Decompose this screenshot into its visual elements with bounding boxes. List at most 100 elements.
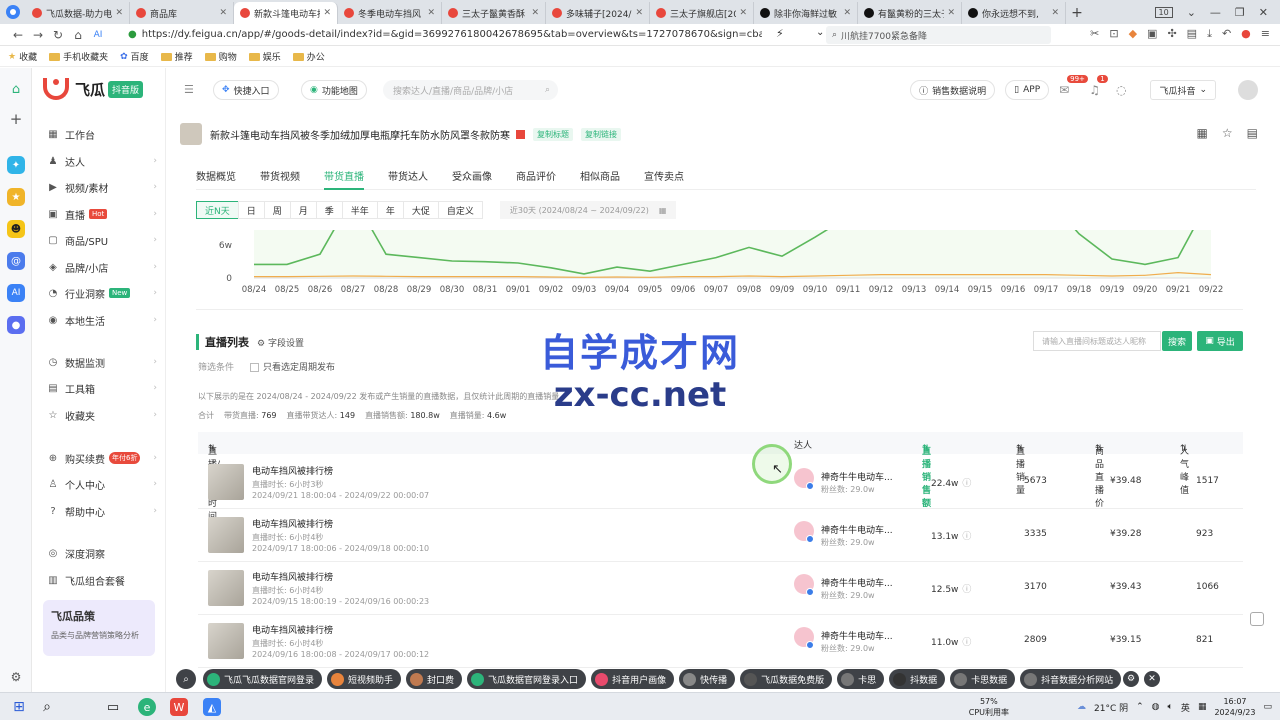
app-rail-icon-3[interactable]: ☻ — [7, 220, 25, 238]
tab-search-icon[interactable]: ⌄ — [1187, 6, 1196, 19]
app-rail-icon-1[interactable]: ✦ — [7, 156, 25, 174]
table-row[interactable]: 电动车挡风被排行榜 直播时长: 6小时3秒 2024/09/21 18:00:04 … — [198, 456, 1243, 509]
browser-tab[interactable]: 你永远想不到, ✕ — [962, 2, 1066, 24]
bookmark-office[interactable]: 办公 — [292, 50, 325, 63]
tab-close-icon[interactable]: ✕ — [323, 8, 331, 18]
app-download-button[interactable]: ▯ APP — [1005, 80, 1050, 100]
live-thumbnail[interactable] — [208, 570, 244, 606]
bookmark-favorites[interactable]: ★ 收藏 — [8, 50, 37, 64]
sidebar-item[interactable]: ▥ 飞瓜组合套餐 — [47, 571, 157, 589]
lightning-icon[interactable]: ⚡ — [776, 27, 784, 40]
document-icon[interactable]: ▤ — [1247, 126, 1258, 140]
tab-count-badge[interactable]: 10 — [1154, 6, 1173, 18]
extension-fox-icon[interactable]: ◆ — [1129, 27, 1137, 41]
ai-icon[interactable]: AI — [88, 30, 108, 40]
date-filter-option[interactable]: 季 — [315, 201, 343, 219]
floating-panel-icon[interactable] — [1250, 612, 1264, 626]
cpu-indicator[interactable]: 57% CPU利用率 — [969, 696, 1009, 718]
tab-close-icon[interactable]: ✕ — [635, 8, 643, 18]
shortcut-pill[interactable]: 抖数据 — [889, 669, 946, 689]
period-only-checkbox[interactable]: 只看选定周期发布 — [250, 360, 335, 373]
reload-icon[interactable]: ↻ — [48, 28, 68, 42]
bookmark-entertainment[interactable]: 娱乐 — [248, 50, 281, 63]
pill-close-icon[interactable]: ✕ — [1144, 671, 1160, 687]
live-title[interactable]: 电动车挡风被排行榜 — [252, 464, 333, 477]
sidebar-toggle-icon[interactable]: ▤ — [1187, 27, 1197, 41]
app-taskbar-icon[interactable]: ◭ — [203, 698, 221, 716]
notification-icon[interactable]: ▭ — [1263, 702, 1272, 712]
sidebar-item[interactable]: ◷ 数据监测 › — [47, 353, 157, 371]
home-icon[interactable]: ⌂ — [68, 28, 88, 42]
detail-tab[interactable]: 带货直播 — [324, 162, 364, 190]
detail-tab[interactable]: 受众画像 — [452, 162, 492, 190]
favorite-star-icon[interactable]: ☆ — [1222, 126, 1233, 140]
table-row[interactable]: 电动车挡风被排行榜 直播时长: 6小时4秒 2024/09/17 18:00:06 … — [198, 509, 1243, 562]
copy-title-button[interactable]: 复制标题 — [533, 127, 573, 141]
table-row[interactable]: 电动车挡风被排行榜 直播时长: 6小时4秒 2024/09/15 18:00:19 … — [198, 562, 1243, 615]
pill-search-icon[interactable]: ⌕ — [176, 669, 196, 689]
browser-tab[interactable]: 有鬣黄粉的三太子 ✕ — [858, 2, 962, 24]
bookmark-recommend[interactable]: 推荐 — [160, 50, 193, 63]
clock[interactable]: 16:07 2024/9/23 — [1214, 696, 1255, 718]
promo-card[interactable]: 飞瓜品策 品类与品牌营销策略分析 — [43, 600, 155, 656]
windows-start-icon[interactable]: ⊞ — [10, 698, 28, 716]
date-filter-option[interactable]: 周 — [263, 201, 291, 219]
tab-close-icon[interactable]: ✕ — [219, 8, 227, 18]
sidebar-item[interactable]: ♟ 达人 › — [47, 152, 157, 170]
kol-name[interactable]: 神奇牛牛电动车... — [821, 523, 893, 536]
browser-tab[interactable]: 商品库 ✕ — [130, 2, 234, 24]
shortcut-pill[interactable]: 飞瓜飞瓜数据官网登录 — [203, 669, 323, 689]
add-rail-icon[interactable]: + — [7, 110, 25, 128]
task-view-icon[interactable]: ▭ — [104, 698, 122, 716]
date-filter-option[interactable]: 年 — [376, 201, 404, 219]
restore-icon[interactable]: ❐ — [1235, 6, 1245, 19]
info-icon[interactable]: ⓘ — [962, 585, 971, 595]
shortcut-pill[interactable]: 快传播 — [679, 669, 736, 689]
sidebar-item[interactable]: ▶ 视频/素材 › — [47, 178, 157, 196]
extension-icon[interactable]: ▣ — [1147, 27, 1157, 41]
live-thumbnail[interactable] — [208, 464, 244, 500]
avatar[interactable] — [1238, 80, 1258, 100]
back-icon[interactable]: ← — [8, 28, 28, 42]
network-icon[interactable]: ◍ — [1152, 702, 1160, 712]
sidebar-item[interactable]: ◎ 深度洞察 — [47, 544, 157, 562]
browser-taskbar-icon[interactable]: e — [138, 698, 156, 716]
sidebar-item[interactable]: ⊕ 购买续费 年付6折 › — [47, 449, 157, 467]
headset-icon[interactable]: ◌ — [1116, 83, 1126, 97]
download-icon[interactable]: ⤓ — [1207, 27, 1212, 41]
info-icon[interactable]: ⓘ — [962, 532, 971, 542]
date-filter-option[interactable]: 自定义 — [437, 201, 483, 219]
sidebar-item[interactable]: ▦ 工作台 — [47, 125, 157, 143]
search-button[interactable]: 搜索 — [1162, 331, 1192, 351]
quick-entry-button[interactable]: ✥ 快捷入口 — [213, 80, 279, 100]
sidebar-item[interactable]: ? 帮助中心 › — [47, 502, 157, 520]
date-range-picker[interactable]: 近30天 (2024/08/24 ~ 2024/09/22) ▦ — [499, 201, 677, 219]
browser-tab[interactable]: 冬季电动车挡风 ✕ — [338, 2, 442, 24]
tab-close-icon[interactable]: ✕ — [739, 8, 747, 18]
shortcut-pill[interactable]: 卡思 — [837, 669, 885, 689]
live-thumbnail[interactable] — [208, 517, 244, 553]
copy-link-button[interactable]: 复制链接 — [581, 127, 621, 141]
live-thumbnail[interactable] — [208, 623, 244, 659]
info-icon[interactable]: ⓘ — [962, 479, 971, 489]
shortcut-pill[interactable]: 抖音用户画像 — [591, 669, 675, 689]
weather-text[interactable]: 21°C 阴 — [1094, 701, 1128, 714]
kol-name[interactable]: 神奇牛牛电动车... — [821, 470, 893, 483]
tab-close-icon[interactable]: ✕ — [115, 8, 123, 18]
tab-close-icon[interactable]: ✕ — [843, 8, 851, 18]
puzzle-icon[interactable]: ✣ — [1167, 27, 1176, 41]
global-search-input[interactable]: 搜索达人/直播/商品/品牌/小店 ⌕ — [383, 80, 558, 100]
account-icon[interactable]: ● — [1241, 27, 1251, 41]
browser-tab[interactable]: 新款斗篷电动车挡风✕ — [234, 2, 338, 24]
live-title[interactable]: 电动车挡风被排行榜 — [252, 517, 333, 530]
shortcut-pill[interactable]: 飞瓜数据官网登录入口 — [467, 669, 587, 689]
bell-icon[interactable]: ♫ 1 — [1089, 75, 1108, 97]
cut-icon[interactable]: ✂ — [1090, 27, 1099, 41]
live-title[interactable]: 电动车挡风被排行榜 — [252, 570, 333, 583]
detail-tab[interactable]: 带货达人 — [388, 162, 428, 190]
tab-close-icon[interactable]: ✕ — [1051, 8, 1059, 18]
pill-settings-icon[interactable]: ⚙ — [1123, 671, 1139, 687]
close-window-icon[interactable]: ✕ — [1259, 6, 1268, 19]
sidebar-item[interactable]: ▢ 商品/SPU › — [47, 231, 157, 249]
browser-menu-icon[interactable]: ≡ — [1261, 27, 1270, 41]
